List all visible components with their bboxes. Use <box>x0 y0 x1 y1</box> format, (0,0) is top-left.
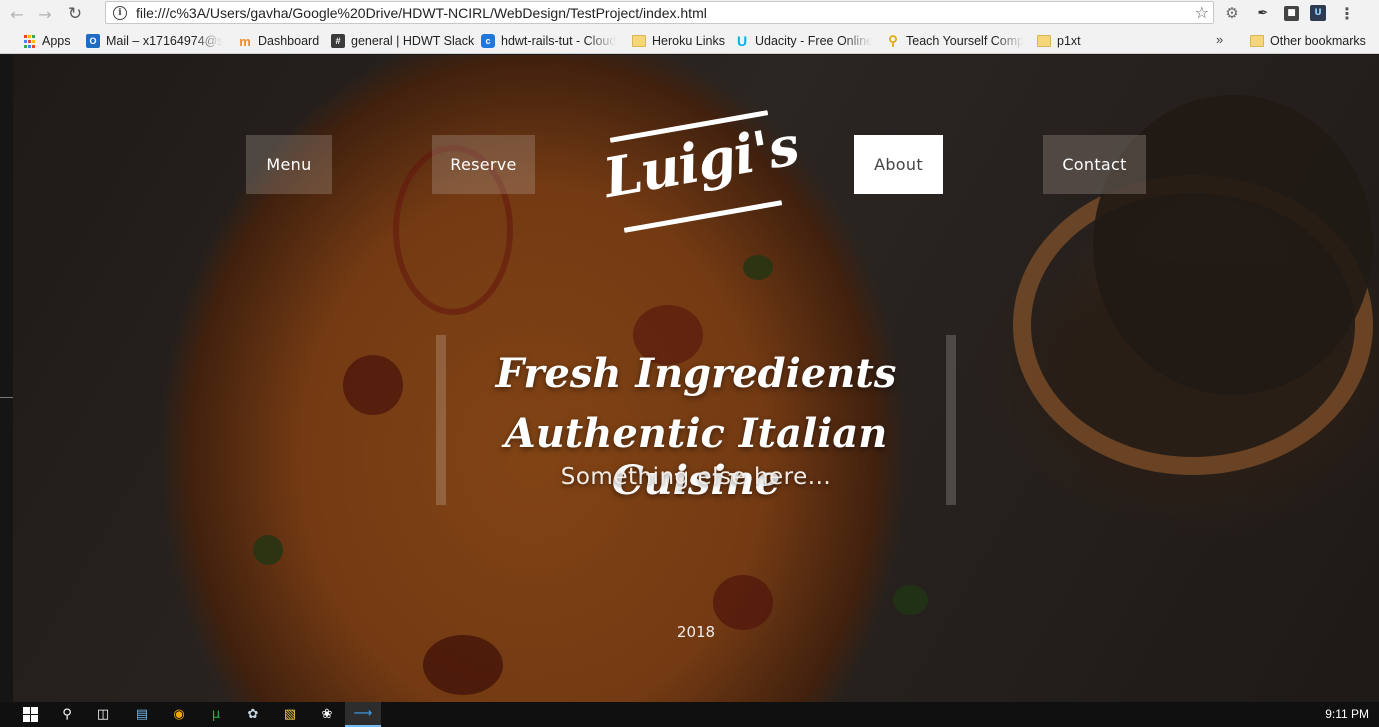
bookmark-slack[interactable]: # general | HDWT Slack <box>331 32 474 50</box>
puzzle-extension-icon[interactable]: ■ <box>1284 5 1299 21</box>
bookmark-udacity[interactable]: U Udacity - Free Online <box>735 32 872 50</box>
logo-text: Luigi's <box>598 112 803 211</box>
info-icon[interactable]: i <box>113 5 127 20</box>
udacity-icon: U <box>736 33 748 49</box>
hero-headline-1: Fresh Ingredients <box>495 350 897 397</box>
bookmark-teach-yourself[interactable]: ⚲ Teach Yourself Comp <box>886 32 1024 50</box>
back-arrow-icon[interactable]: ← <box>6 3 28 25</box>
bookmark-label: Dashboard <box>258 34 320 48</box>
search-icon[interactable]: ⚲ <box>49 702 85 727</box>
bookmark-label: general | HDWT Slack <box>351 34 475 48</box>
bookmark-p1xt[interactable]: p1xt <box>1037 32 1081 50</box>
slack-icon: # <box>331 34 345 48</box>
start-windows-icon[interactable] <box>12 702 48 727</box>
address-bar-url[interactable]: file:///c%3A/Users/gavha/Google%20Drive/… <box>136 5 707 21</box>
nav-contact[interactable]: Contact <box>1043 135 1146 194</box>
extensions-area: ⚙ ✒ ■ U ⋮ <box>1222 3 1357 23</box>
bookmark-other[interactable]: Other bookmarks <box>1250 32 1366 50</box>
forward-arrow-icon[interactable]: → <box>34 3 56 25</box>
footer-year: 2018 <box>676 623 716 641</box>
utorrent-icon[interactable]: μ <box>198 702 234 727</box>
left-edge-strip <box>0 55 13 702</box>
bookmark-label: p1xt <box>1057 34 1081 48</box>
reload-icon[interactable]: ↻ <box>64 3 86 25</box>
browser-toolbar: ← → ↻ i file:///c%3A/Users/gavha/Google%… <box>0 0 1379 28</box>
bookmark-apps[interactable]: Apps <box>22 32 71 50</box>
apps-grid-icon <box>22 34 36 48</box>
windows-taskbar: ⚲ ◫ ▤ ◉ μ ✿ ▧ ❀ ⟶ 9:11 PM <box>0 702 1379 727</box>
site-logo[interactable]: Luigi's <box>599 100 803 233</box>
udacity-extension-icon[interactable]: U <box>1310 5 1326 21</box>
bookmark-label: Apps <box>42 34 71 48</box>
folder-icon <box>1250 35 1264 47</box>
logo-bottom-bar <box>623 200 783 233</box>
bookmark-star-icon[interactable]: ☆ <box>1195 3 1209 22</box>
bookmark-mail[interactable]: O Mail – x17164974@st <box>86 32 223 50</box>
bookmark-label: hdwt-rails-tut - Cloud <box>501 34 617 48</box>
app-icon[interactable]: ❀ <box>309 702 345 727</box>
more-bookmarks-chevron-icon[interactable]: » <box>1216 32 1223 47</box>
bookmark-dashboard[interactable]: m Dashboard <box>238 32 319 50</box>
bookmark-cloud9[interactable]: c hdwt-rails-tut - Cloud <box>481 32 617 50</box>
bookmark-label: Heroku Links <box>652 34 725 48</box>
bug-extension-icon[interactable]: ⚙ <box>1222 3 1242 23</box>
nav-reserve[interactable]: Reserve <box>432 135 535 194</box>
browser-menu-icon[interactable]: ⋮ <box>1337 3 1357 23</box>
steam-icon[interactable]: ✿ <box>235 702 271 727</box>
vscode-icon[interactable]: ⟶ <box>345 702 381 727</box>
hero-subtitle: Something else here... <box>560 464 832 490</box>
chrome-icon[interactable]: ◉ <box>161 702 197 727</box>
bookmark-label: Teach Yourself Comp <box>906 34 1024 48</box>
folder-icon <box>1037 35 1051 47</box>
key-icon: ⚲ <box>888 33 898 48</box>
cloud9-icon: c <box>481 34 495 48</box>
bookmark-label: Udacity - Free Online <box>755 34 872 48</box>
bookmark-label: Mail – x17164974@st <box>106 34 223 48</box>
bookmark-label: Other bookmarks <box>1270 34 1366 48</box>
bookmarks-bar: Apps O Mail – x17164974@st m Dashboard #… <box>0 28 1379 54</box>
nav-about[interactable]: About <box>854 135 943 194</box>
bookmark-heroku[interactable]: Heroku Links <box>632 32 725 50</box>
outlook-icon: O <box>86 34 100 48</box>
moodle-icon: m <box>239 33 251 49</box>
file-explorer-icon[interactable]: ▧ <box>272 702 308 727</box>
taskbar-clock[interactable]: 9:11 PM <box>1325 707 1369 721</box>
address-bar[interactable]: i file:///c%3A/Users/gavha/Google%20Driv… <box>105 1 1214 24</box>
hero-section: Menu Reserve About Contact Luigi's Fresh… <box>13 55 1379 702</box>
pen-extension-icon[interactable]: ✒ <box>1253 3 1273 23</box>
task-view-icon[interactable]: ◫ <box>85 702 121 727</box>
nav-menu[interactable]: Menu <box>246 135 332 194</box>
folder-icon <box>632 35 646 47</box>
terminal-app-icon[interactable]: ▤ <box>124 702 160 727</box>
